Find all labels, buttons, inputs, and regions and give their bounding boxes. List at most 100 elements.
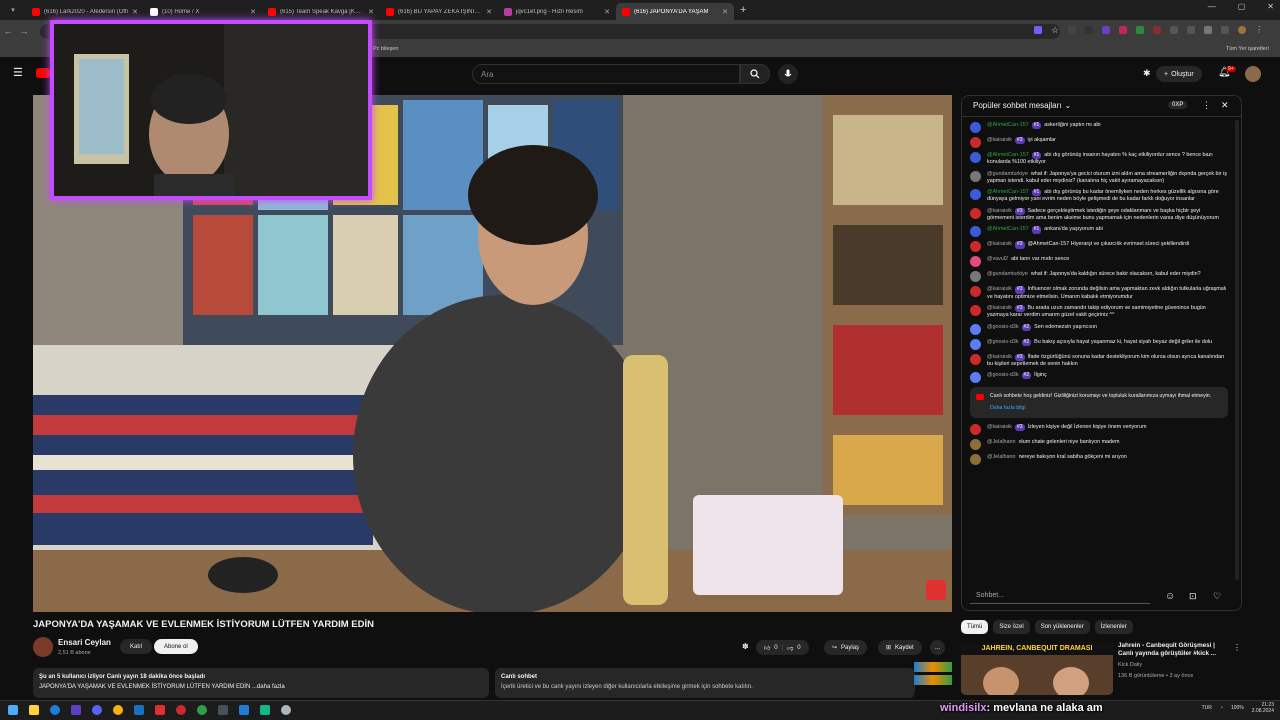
recommendation-thumbnail[interactable]: JAHREIN, CANBEQUIT DRAMASI	[961, 642, 1113, 695]
chat-author-avatar[interactable]	[970, 241, 981, 253]
browser-tab[interactable]: (10) Home / X ✕	[144, 3, 262, 20]
channel-avatar[interactable]	[33, 637, 53, 657]
chat-message[interactable]: @Jelalhann nereye bakıyon kral sabiha gök…	[970, 454, 1228, 466]
recommendation-title[interactable]: Jahrein - Canbequit Görüşmesi | Canlı ya…	[1118, 642, 1230, 658]
app-icon[interactable]	[260, 705, 270, 715]
description-box[interactable]: Şu an 5 kullanıcı izliyor Canlı yayın 18…	[33, 668, 489, 698]
extension-icon[interactable]	[1187, 26, 1196, 34]
edge-icon[interactable]	[50, 705, 60, 715]
subscribe-button[interactable]: Abone ol	[154, 639, 198, 654]
chat-message[interactable]: @gundamturkiye what if: Japonya'ya gecici…	[970, 170, 1228, 186]
chat-scrollbar[interactable]	[1235, 120, 1239, 580]
extension-icon[interactable]	[1170, 26, 1179, 34]
discord-icon[interactable]	[92, 705, 102, 715]
tab-close-icon[interactable]: ✕	[486, 8, 492, 16]
chat-author-name[interactable]: @kairaisik	[987, 137, 1012, 143]
app-icon[interactable]	[155, 705, 165, 715]
tab-close-icon[interactable]: ✕	[132, 8, 138, 16]
extension-icon[interactable]	[1136, 26, 1145, 34]
chat-message[interactable]: @Jelalhann olum chate gelenleri niye banl…	[970, 439, 1228, 451]
filter-chip[interactable]: Son yüklenenler	[1034, 620, 1090, 634]
tab-search-icon[interactable]: ▾	[0, 6, 26, 14]
chat-message[interactable]: @AhmetCan-157 #1 abi dış görünüş bu kadar …	[970, 189, 1228, 204]
browser-tab[interactable]: (616) BU YAPAY ZEKA İŞİNİN TA ✕	[380, 3, 498, 20]
chat-author-avatar[interactable]	[970, 304, 981, 316]
browser-tab[interactable]: (616) JAPONYA'DA YAŞAM ✕	[616, 3, 734, 20]
chat-author-avatar[interactable]	[970, 372, 981, 384]
profile-icon[interactable]	[1238, 26, 1247, 34]
browser-menu-icon[interactable]: ⋮	[1255, 26, 1263, 35]
chat-message[interactable]: @gnosis-d3k #2 İlginç	[970, 372, 1228, 384]
maximize-icon[interactable]: ▢	[1238, 2, 1246, 11]
chat-author-avatar[interactable]	[970, 424, 981, 436]
chat-message[interactable]: @gnosis-d3k #2 Sen edemezsin yaşıncısın	[970, 323, 1228, 335]
spotify-icon[interactable]	[197, 705, 207, 715]
extension-icon[interactable]	[1068, 26, 1077, 34]
browser-tab[interactable]: (615) Team Speak Kavga [Kopm ✕	[262, 3, 380, 20]
extensions-puzzle-icon[interactable]	[1221, 26, 1230, 34]
chat-message[interactable]: @gundamturkiye what if: Japonya'da kaldığ…	[970, 271, 1228, 283]
steam-icon[interactable]	[134, 705, 144, 715]
chat-author-name[interactable]: @vavul2	[987, 256, 1008, 262]
chat-author-name[interactable]: @kairaisik	[987, 286, 1012, 292]
chat-author-avatar[interactable]	[970, 189, 981, 201]
extension-icon[interactable]	[1153, 26, 1162, 34]
chat-author-avatar[interactable]	[970, 152, 981, 163]
browser-tab[interactable]: (616) Lark2020 - Afedersin (Offi ✕	[26, 3, 144, 20]
chat-message[interactable]: @kairaisik #3 Bu arada uzun zamandır takip…	[970, 304, 1228, 320]
super-chat-icon[interactable]: ⊡	[1189, 591, 1197, 602]
notice-link[interactable]: Daha fazla bilgi	[990, 405, 1222, 412]
close-chat-icon[interactable]: ✕	[1221, 100, 1229, 111]
battery-level[interactable]: 100%	[1231, 705, 1244, 711]
chat-message[interactable]: @kairaisik #3 Sadece gerçekleştirmek isted…	[970, 207, 1228, 223]
extension-icon[interactable]	[1102, 26, 1111, 34]
chevron-down-icon[interactable]: ⌄	[1065, 101, 1072, 110]
chat-author-name[interactable]: @kairaisik	[987, 424, 1012, 430]
vscode-icon[interactable]	[239, 705, 249, 715]
chrome-icon[interactable]	[113, 705, 123, 715]
wifi-icon[interactable]: ◔	[1220, 705, 1223, 711]
chat-input[interactable]: Sohbet...	[970, 589, 1150, 604]
chat-author-avatar[interactable]	[970, 122, 981, 133]
tab-close-icon[interactable]: ✕	[604, 8, 610, 16]
chat-author-avatar[interactable]	[970, 323, 981, 335]
save-button[interactable]: ⊞ Kaydet	[878, 640, 922, 655]
chat-author-name[interactable]: @AhmetCan-157	[987, 226, 1029, 232]
opera-icon[interactable]	[176, 705, 186, 715]
like-dislike-button[interactable]: 👍︎ 0 | 👎︎ 0	[756, 640, 809, 655]
extension-icon[interactable]	[1085, 26, 1094, 34]
search-button[interactable]	[740, 64, 770, 84]
chat-author-avatar[interactable]	[970, 286, 981, 298]
voice-search-button[interactable]	[778, 64, 798, 84]
account-avatar[interactable]	[1245, 66, 1261, 82]
cast-icon[interactable]: ✱	[1143, 68, 1151, 79]
chat-message[interactable]: @kairaisik #3 İzleyen kişiye değil İzlenen…	[970, 424, 1228, 436]
app-icon[interactable]	[281, 705, 291, 715]
chat-author-name[interactable]: @gnosis-d3k	[987, 372, 1019, 378]
search-input[interactable]: Ara	[472, 64, 740, 84]
chat-author-avatar[interactable]	[970, 226, 981, 238]
extension-icon[interactable]	[1119, 26, 1128, 34]
chat-author-name[interactable]: @gundamturkiye	[987, 171, 1028, 177]
chat-author-avatar[interactable]	[970, 353, 981, 365]
chat-author-name[interactable]: @AhmetCan-157	[987, 122, 1029, 128]
chat-author-avatar[interactable]	[970, 137, 981, 148]
chat-menu-icon[interactable]: ⋮	[1202, 100, 1211, 111]
app-icon[interactable]	[71, 705, 81, 715]
clock[interactable]: 21:23 2.08.2024	[1252, 702, 1274, 714]
chat-author-name[interactable]: @gnosis-d3k	[987, 339, 1019, 345]
heart-icon[interactable]: ♡	[1213, 591, 1221, 602]
chat-message[interactable]: @kairaisik #3 İfade özgürlüğünü sonuna kad…	[970, 353, 1228, 369]
browser-tab[interactable]: jqvc1ef.png - Hızlı Resim ✕	[498, 3, 616, 20]
chat-author-name[interactable]: @AhmetCan-157	[987, 152, 1029, 158]
chat-message[interactable]: @vavul2 abi tanrı var mıdır sence	[970, 256, 1228, 268]
chat-mode-dropdown[interactable]: Popüler sohbet mesajları	[973, 101, 1062, 110]
chat-author-avatar[interactable]	[970, 454, 981, 466]
back-icon[interactable]: ←	[0, 26, 16, 36]
extension-icon[interactable]	[1034, 26, 1042, 34]
chat-author-avatar[interactable]	[970, 207, 981, 219]
language-indicator[interactable]: TUR	[1202, 705, 1212, 711]
chat-message[interactable]: @kairaisik #3 @AhmetCan-157 Hiyerarşi ve ç…	[970, 241, 1228, 253]
chat-author-avatar[interactable]	[970, 439, 981, 451]
filter-chip[interactable]: Tümü	[961, 620, 989, 634]
